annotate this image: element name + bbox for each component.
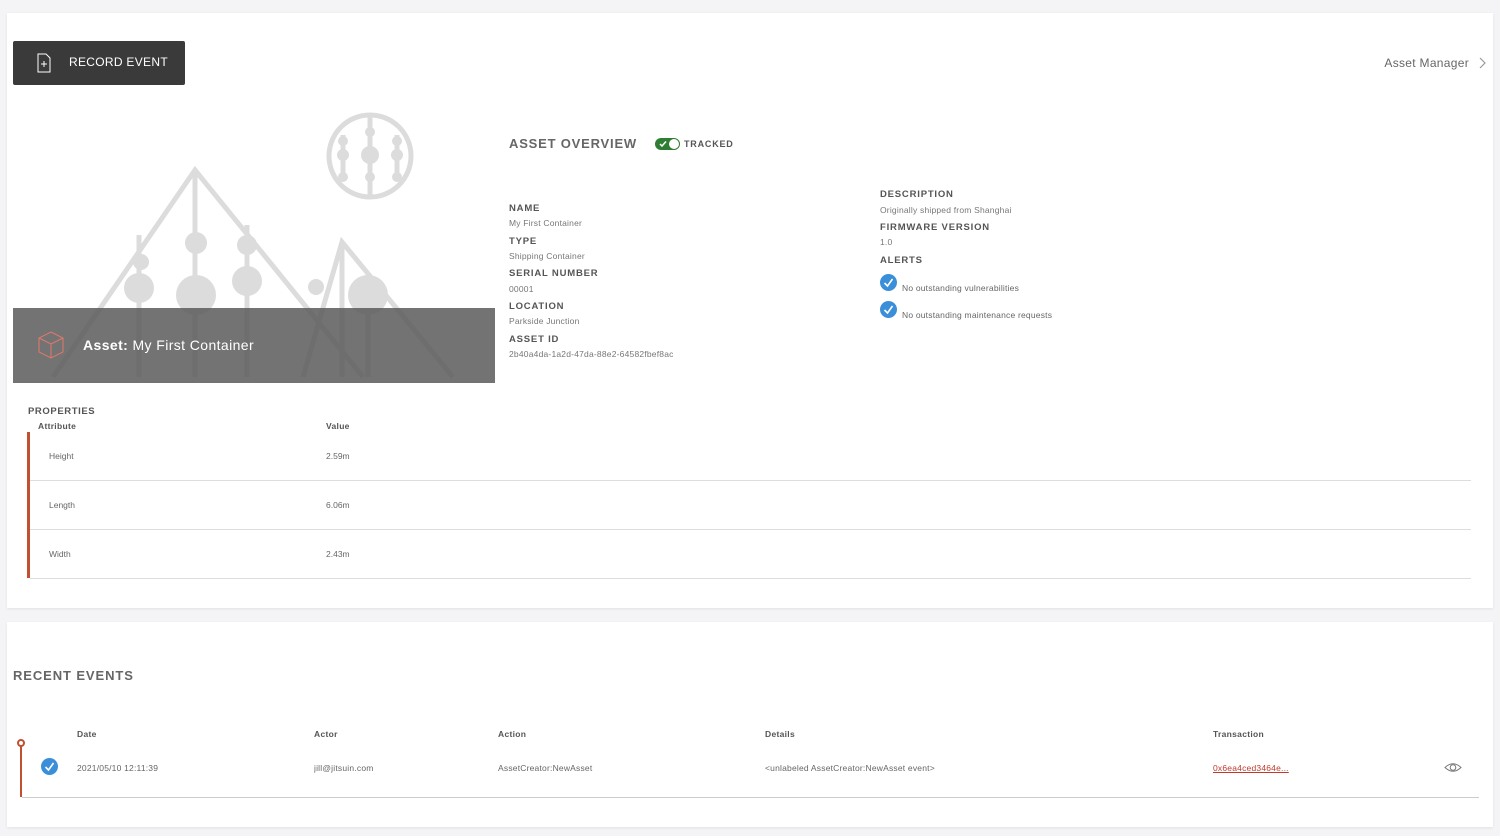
property-attribute: Width <box>49 549 71 559</box>
events-header-transaction: Transaction <box>1213 729 1265 739</box>
property-value: 2.43m <box>326 549 350 559</box>
check-circle-icon <box>880 301 897 318</box>
asset-id-value: 2b40a4da-1a2d-47da-88e2-64582fbef8ac <box>509 349 674 359</box>
firmware-version-value: 1.0 <box>880 237 893 247</box>
toggle-knob <box>669 139 679 149</box>
asset-title-prefix: Asset: <box>83 337 129 353</box>
serial-number-label: SERIAL NUMBER <box>509 268 599 279</box>
property-attribute: Height <box>49 451 74 461</box>
event-date: 2021/05/10 12:11:39 <box>77 763 159 773</box>
event-details: <unlabeled AssetCreator:NewAsset event> <box>765 763 935 773</box>
event-transaction-link[interactable]: 0x6ea4ced3464e... <box>1213 763 1289 773</box>
name-value: My First Container <box>509 218 583 228</box>
alerts-label: ALERTS <box>880 255 923 266</box>
asset-title-band: Asset: My First Container <box>13 308 495 383</box>
asset-title: Asset: My First Container <box>83 337 254 353</box>
check-icon <box>659 141 667 148</box>
alert-vulnerabilities: No outstanding vulnerabilities <box>902 283 1020 293</box>
record-event-label: RECORD EVENT <box>69 55 168 69</box>
asset-card: RECORD EVENT Asset Manager Asset: My Fir… <box>7 13 1493 608</box>
document-add-icon <box>37 53 51 73</box>
record-event-button[interactable]: RECORD EVENT <box>13 41 185 85</box>
cube-icon <box>38 331 64 359</box>
event-row[interactable]: 2021/05/10 12:11:39 jill@jitsuin.com Ass… <box>22 742 1479 798</box>
property-value: 2.59m <box>326 451 350 461</box>
name-label: NAME <box>509 203 541 214</box>
asset-hero-image: Asset: My First Container <box>13 105 495 383</box>
breadcrumb[interactable]: Asset Manager <box>1384 56 1487 70</box>
serial-number-value: 00001 <box>509 284 534 294</box>
recent-events-card: RECENT EVENTS Date Actor Action Details … <box>7 622 1493 827</box>
tracked-status-label: TRACKED <box>684 139 734 149</box>
property-row: Height 2.59m <box>30 432 1471 481</box>
type-label: TYPE <box>509 236 538 247</box>
description-label: DESCRIPTION <box>880 189 954 200</box>
property-row: Width 2.43m <box>30 530 1471 579</box>
properties-header-value: Value <box>326 421 350 431</box>
type-value: Shipping Container <box>509 251 585 261</box>
chevron-right-icon <box>1479 57 1486 69</box>
property-attribute: Length <box>49 500 75 510</box>
events-header-date: Date <box>77 729 97 739</box>
property-row: Length 6.06m <box>30 481 1471 530</box>
asset-title-name: My First Container <box>132 337 255 353</box>
breadcrumb-label: Asset Manager <box>1384 56 1469 70</box>
firmware-version-label: FIRMWARE VERSION <box>880 222 990 233</box>
description-value: Originally shipped from Shanghai <box>880 205 1012 215</box>
events-header-action: Action <box>498 729 527 739</box>
asset-overview-title: ASSET OVERVIEW <box>509 136 637 151</box>
asset-id-label: ASSET ID <box>509 334 560 345</box>
properties-title: PROPERTIES <box>28 406 96 417</box>
recent-events-title: RECENT EVENTS <box>13 668 134 683</box>
events-header-details: Details <box>765 729 795 739</box>
tracked-toggle[interactable] <box>655 138 680 150</box>
check-circle-icon <box>41 758 58 775</box>
eye-icon[interactable] <box>1444 762 1462 773</box>
events-header-actor: Actor <box>314 729 338 739</box>
event-actor: jill@jitsuin.com <box>314 763 374 773</box>
event-action: AssetCreator:NewAsset <box>498 763 593 773</box>
alert-maintenance: No outstanding maintenance requests <box>902 310 1053 320</box>
location-label: LOCATION <box>509 301 565 312</box>
property-value: 6.06m <box>326 500 350 510</box>
properties-header-attribute: Attribute <box>38 421 77 431</box>
location-value: Parkside Junction <box>509 316 580 326</box>
check-circle-icon <box>880 274 897 291</box>
